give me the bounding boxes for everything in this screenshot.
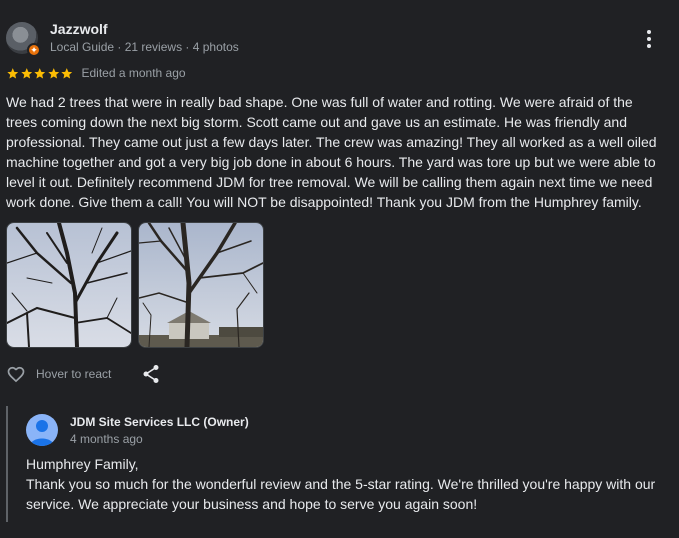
review-photo[interactable]	[6, 222, 132, 348]
reviewer-avatar[interactable]: ✦	[6, 22, 41, 57]
star-icon	[47, 67, 59, 78]
reviewer-name[interactable]: Jazzwolf	[50, 21, 108, 37]
star-icon	[20, 67, 32, 78]
owner-reply-text: Humphrey Family, Thank you so much for t…	[26, 454, 662, 514]
review-text: We had 2 trees that were in really bad s…	[6, 94, 657, 210]
owner-reply: JDM Site Services LLC (Owner) 4 months a…	[6, 406, 668, 522]
star-rating	[6, 67, 74, 80]
star-icon	[61, 67, 73, 78]
reaction-row: Hover to react	[6, 364, 111, 384]
edited-timestamp: Edited a month ago	[81, 66, 186, 80]
star-icon	[34, 67, 46, 78]
reply-body: Thank you so much for the wonderful revi…	[26, 476, 656, 512]
person-icon	[30, 420, 54, 446]
reply-greeting: Humphrey Family,	[26, 456, 139, 472]
rating-row: Edited a month ago	[6, 66, 186, 80]
owner-avatar	[26, 414, 58, 446]
heart-icon[interactable]	[6, 364, 26, 384]
review-card: ✦ Jazzwolf Local Guide · 21 reviews · 4 …	[0, 0, 679, 538]
more-options-button[interactable]	[638, 28, 660, 50]
share-icon[interactable]	[142, 364, 160, 384]
reviewer-meta: Local Guide · 21 reviews · 4 photos	[50, 40, 239, 54]
local-guide-badge-icon: ✦	[27, 43, 41, 57]
tree-photo-image	[7, 223, 131, 347]
review-photo[interactable]	[138, 222, 264, 348]
more-options-icon	[647, 30, 651, 48]
tree-photo-image	[139, 223, 263, 347]
star-icon	[7, 67, 19, 78]
owner-reply-date: 4 months ago	[70, 432, 143, 446]
hover-to-react-label: Hover to react	[36, 367, 112, 381]
owner-name: JDM Site Services LLC (Owner)	[70, 415, 249, 429]
